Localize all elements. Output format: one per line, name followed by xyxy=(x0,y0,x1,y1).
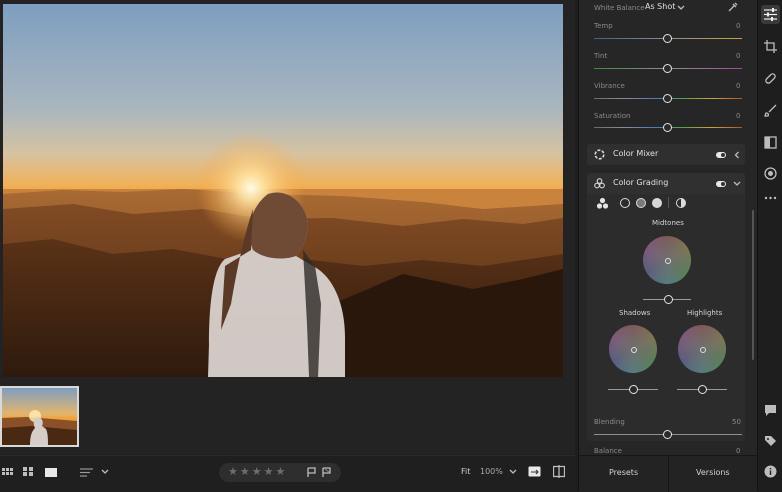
filmstrip xyxy=(0,378,575,454)
blending-label: Blending xyxy=(594,418,625,426)
color-grading-section: Color Grading xyxy=(587,173,745,441)
fit-label[interactable]: Fit xyxy=(461,467,470,476)
shadows-label: Shadows xyxy=(619,309,651,317)
shadows-luminance-knob[interactable] xyxy=(629,385,638,394)
chevron-down-icon[interactable] xyxy=(733,181,741,187)
midtones-label: Midtones xyxy=(652,219,684,227)
chevron-left-icon[interactable] xyxy=(734,151,740,159)
midtones-view-icon[interactable] xyxy=(636,198,646,208)
zoom-value[interactable]: 100% xyxy=(480,467,503,476)
edit-sliders-icon[interactable] xyxy=(764,8,777,21)
detail-view-icon[interactable] xyxy=(45,468,57,477)
more-icon[interactable] xyxy=(764,195,777,208)
midtones-luminance-knob[interactable] xyxy=(664,295,673,304)
white-balance-value[interactable]: As Shot xyxy=(645,2,675,11)
color-mixer-section[interactable]: Color Mixer xyxy=(587,144,745,165)
eyedropper-icon[interactable] xyxy=(727,1,739,13)
before-after-icon[interactable] xyxy=(528,466,541,477)
panel-scrollbar[interactable] xyxy=(752,210,754,360)
three-way-view-icon[interactable] xyxy=(596,197,609,210)
square-grid-view-icon[interactable] xyxy=(2,468,14,478)
vibrance-value: 0 xyxy=(736,82,741,90)
flag-pick-icon[interactable] xyxy=(307,467,317,478)
flag-reject-icon[interactable] xyxy=(322,467,332,478)
panel-footer: Presets Versions xyxy=(579,455,757,492)
tint-slider-knob[interactable] xyxy=(663,64,672,73)
healing-brush-icon[interactable] xyxy=(764,72,777,85)
saturation-label: Saturation xyxy=(594,112,631,120)
chevron-down-icon[interactable] xyxy=(101,469,109,475)
radial-gradient-icon[interactable] xyxy=(764,167,777,180)
color-grading-title: Color Grading xyxy=(613,178,669,187)
zoom-chevron-down-icon[interactable] xyxy=(509,469,517,475)
highlights-wheel-point[interactable] xyxy=(700,347,706,353)
global-view-icon[interactable] xyxy=(676,198,686,208)
grid-view-icon[interactable] xyxy=(23,467,34,477)
color-grading-toggle[interactable] xyxy=(716,181,726,187)
versions-button[interactable]: Versions xyxy=(696,468,730,477)
thumbnail-image xyxy=(2,388,77,445)
edit-panel: White Balance As Shot Temp 0 Tint 0 Vibr… xyxy=(578,0,757,492)
highlights-label: Highlights xyxy=(687,309,723,317)
info-icon[interactable] xyxy=(764,465,777,478)
crop-rotate-icon[interactable] xyxy=(764,40,777,53)
presets-button[interactable]: Presets xyxy=(609,468,638,477)
blending-slider-knob[interactable] xyxy=(663,430,672,439)
filmstrip-thumbnail[interactable] xyxy=(0,386,79,447)
vibrance-label: Vibrance xyxy=(594,82,625,90)
tag-icon[interactable] xyxy=(764,435,777,448)
color-mixer-title: Color Mixer xyxy=(613,149,659,158)
shadows-view-icon[interactable] xyxy=(620,198,630,208)
mode-divider xyxy=(668,197,669,208)
tool-strip xyxy=(757,0,782,491)
footer-divider xyxy=(668,456,669,492)
sunset-photo[interactable] xyxy=(3,4,563,377)
tint-label: Tint xyxy=(594,52,608,60)
temp-label: Temp xyxy=(594,22,613,30)
color-grading-header[interactable]: Color Grading xyxy=(587,173,745,194)
vibrance-slider-knob[interactable] xyxy=(663,94,672,103)
balance-value: 0 xyxy=(736,447,741,455)
bottom-toolbar: ★★★★★ Fit 100% xyxy=(0,455,575,492)
brush-icon[interactable] xyxy=(764,104,777,117)
photo-canvas[interactable] xyxy=(0,0,575,378)
highlights-view-icon[interactable] xyxy=(652,198,662,208)
color-grading-icon xyxy=(594,178,605,189)
compare-icon[interactable] xyxy=(553,465,565,478)
star-rating[interactable]: ★★★★★ xyxy=(228,465,287,478)
highlights-luminance-knob[interactable] xyxy=(698,385,707,394)
white-balance-label: White Balance xyxy=(594,4,645,12)
temp-slider-knob[interactable] xyxy=(663,34,672,43)
balance-label: Balance xyxy=(594,447,622,455)
temp-value: 0 xyxy=(736,22,741,30)
saturation-slider-knob[interactable] xyxy=(663,123,672,132)
white-balance-chevron-icon[interactable] xyxy=(677,5,685,11)
color-mixer-icon xyxy=(594,149,605,160)
tint-value: 0 xyxy=(736,52,741,60)
linear-gradient-icon[interactable] xyxy=(764,136,777,149)
sort-icon[interactable] xyxy=(80,467,94,478)
saturation-value: 0 xyxy=(736,112,741,120)
blending-value: 50 xyxy=(732,418,741,426)
shadows-wheel-point[interactable] xyxy=(631,347,637,353)
rating-flag-group: ★★★★★ xyxy=(219,463,341,482)
color-mixer-toggle[interactable] xyxy=(716,152,726,158)
sunset-photo-image xyxy=(3,4,563,377)
comment-icon[interactable] xyxy=(764,404,777,417)
midtones-wheel-point[interactable] xyxy=(665,258,671,264)
